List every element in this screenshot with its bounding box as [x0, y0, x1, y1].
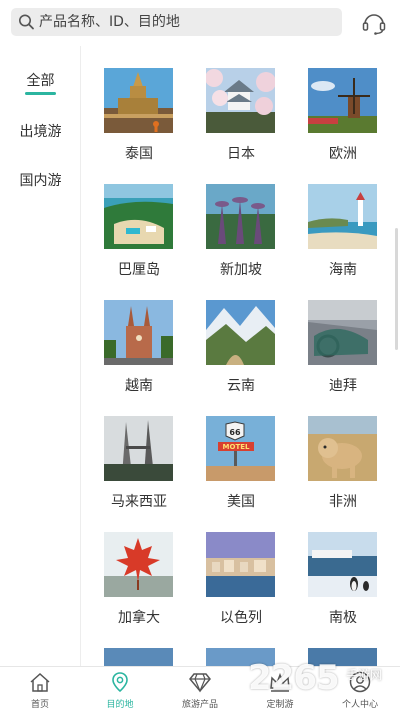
destination-label: 加拿大	[118, 610, 160, 626]
destination-label: 巴厘岛	[118, 262, 160, 278]
thailand-photo	[104, 68, 173, 133]
customer-service-button[interactable]	[360, 9, 388, 37]
next-row-photo	[206, 648, 275, 666]
location-pin-icon	[112, 672, 128, 693]
next-row-photo	[104, 648, 173, 666]
category-domestic[interactable]: 国内游	[0, 170, 81, 190]
israel-photo	[206, 532, 275, 597]
antarctica-photo	[308, 532, 377, 597]
bali-photo	[104, 184, 173, 249]
destination-europe[interactable]: 欧洲	[286, 46, 388, 162]
crown-icon	[270, 672, 290, 692]
hainan-photo	[308, 184, 377, 249]
destination-africa[interactable]: 非洲	[286, 394, 388, 510]
category-all[interactable]: 全部	[0, 70, 81, 90]
destination-yunnan[interactable]: 云南	[184, 278, 286, 394]
active-indicator	[25, 92, 56, 95]
yunnan-photo	[206, 300, 275, 365]
tab-destination[interactable]: 目的地	[80, 667, 160, 711]
destination-next-row[interactable]	[184, 626, 286, 666]
tab-label: 旅游产品	[181, 700, 218, 710]
destination-usa[interactable]: 66 MOTEL 美国	[184, 394, 286, 510]
motel-sign: MOTEL	[223, 443, 250, 451]
route-66-sign: 66	[229, 428, 241, 437]
africa-photo	[308, 416, 377, 481]
headset-icon	[362, 14, 386, 35]
category-outbound[interactable]: 出境游	[0, 121, 81, 141]
tab-label: 定制游	[266, 700, 294, 710]
destination-vietnam[interactable]: 越南	[82, 278, 184, 394]
destination-dubai[interactable]: 迪拜	[286, 278, 388, 394]
next-row-photo	[308, 648, 377, 666]
destination-japan[interactable]: 日本	[184, 46, 286, 162]
singapore-photo	[206, 184, 275, 249]
destination-grid: 泰国 日本 欧洲 巴厘岛 新加坡 海南 越南 云南 迪拜 马来西亚 66 MOT…	[82, 46, 400, 666]
bottom-nav: 首页 目的地 旅游产品 定制游 个人中心	[0, 666, 400, 711]
user-icon	[349, 671, 371, 693]
search-input[interactable]	[39, 14, 329, 30]
tab-home[interactable]: 首页	[0, 667, 80, 711]
destination-label: 以色列	[220, 610, 262, 626]
tab-custom[interactable]: 定制游	[240, 667, 320, 711]
search-box[interactable]	[11, 8, 342, 36]
destination-page: 全部 出境游 国内游 泰国 日本 欧洲	[0, 0, 400, 711]
destination-label: 马来西亚	[111, 494, 167, 510]
top-bar	[0, 0, 400, 46]
destination-next-row[interactable]	[286, 626, 388, 666]
destination-label: 泰国	[125, 146, 153, 162]
destination-label: 越南	[125, 378, 153, 394]
home-icon	[30, 672, 50, 692]
destination-next-row[interactable]	[82, 626, 184, 666]
tab-profile[interactable]: 个人中心	[320, 667, 400, 711]
destination-label: 美国	[227, 494, 255, 510]
destination-malaysia[interactable]: 马来西亚	[82, 394, 184, 510]
destination-hainan[interactable]: 海南	[286, 162, 388, 278]
destination-label: 云南	[227, 378, 255, 394]
category-sidebar: 全部 出境游 国内游	[0, 46, 81, 666]
canada-photo	[104, 532, 173, 597]
destination-label: 非洲	[329, 494, 357, 510]
japan-photo	[206, 68, 275, 133]
vietnam-photo	[104, 300, 173, 365]
destination-israel[interactable]: 以色列	[184, 510, 286, 626]
dubai-photo	[308, 300, 377, 365]
tab-label: 首页	[30, 700, 49, 710]
usa-photo: 66 MOTEL	[206, 416, 275, 481]
destination-label: 海南	[329, 262, 357, 278]
scrollbar[interactable]	[395, 228, 398, 350]
tab-label: 目的地	[106, 700, 134, 710]
diamond-icon	[189, 673, 211, 693]
destination-canada[interactable]: 加拿大	[82, 510, 184, 626]
destination-label: 南极	[329, 610, 357, 626]
destination-thailand[interactable]: 泰国	[82, 46, 184, 162]
destination-antarctica[interactable]: 南极	[286, 510, 388, 626]
tab-label: 个人中心	[341, 700, 378, 710]
destination-label: 迪拜	[329, 378, 357, 394]
destination-label: 日本	[227, 146, 255, 162]
destination-label: 新加坡	[220, 262, 262, 278]
destination-singapore[interactable]: 新加坡	[184, 162, 286, 278]
destination-bali[interactable]: 巴厘岛	[82, 162, 184, 278]
tab-products[interactable]: 旅游产品	[160, 667, 240, 711]
malaysia-photo	[104, 416, 173, 481]
destination-label: 欧洲	[329, 146, 357, 162]
search-icon	[17, 12, 37, 32]
europe-photo	[308, 68, 377, 133]
